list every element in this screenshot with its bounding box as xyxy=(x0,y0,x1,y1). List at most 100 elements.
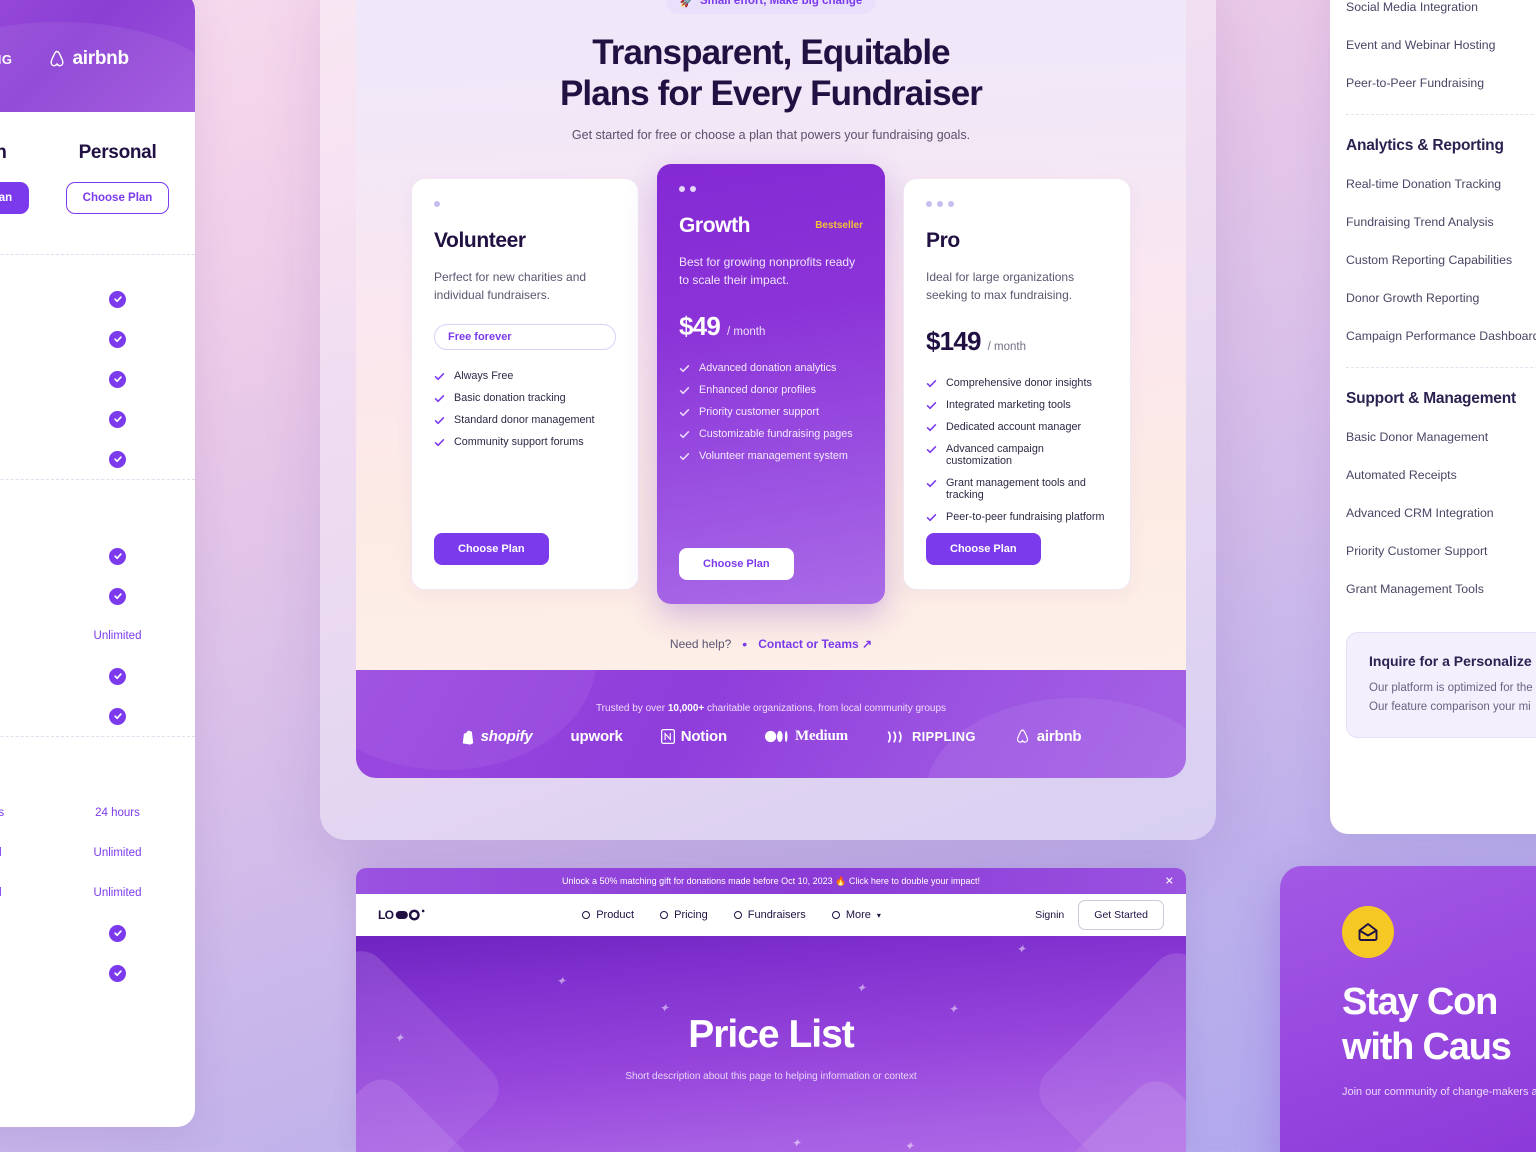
comparison-cell xyxy=(40,370,195,388)
choose-plan-button-personal[interactable]: Choose Plan xyxy=(65,182,170,214)
medium-icon xyxy=(764,730,788,743)
check-icon xyxy=(926,378,937,389)
feature-item[interactable]: Peer-to-Peer Fundraising xyxy=(1346,64,1536,102)
comparison-cell: 4 hours xyxy=(0,807,40,819)
plan-dot xyxy=(948,200,954,207)
plan-dot xyxy=(937,200,943,207)
feature-item[interactable]: Real-time Donation Tracking xyxy=(1346,165,1536,203)
check-icon xyxy=(434,371,445,382)
plan-price-row: $149 / month xyxy=(926,326,1108,357)
nav-item-product[interactable]: Product xyxy=(582,909,634,921)
plan-dot xyxy=(690,185,696,192)
free-forever-badge: Free forever xyxy=(434,324,616,351)
feature-item[interactable]: Event and Webinar Hosting xyxy=(1346,26,1536,64)
logo-icon: LO xyxy=(378,908,425,922)
table-row xyxy=(0,359,195,399)
feature-item[interactable]: Custom Reporting Capabilities xyxy=(1346,241,1536,279)
plan-dots xyxy=(679,185,863,192)
logo-medium-label: Medium xyxy=(794,728,848,744)
check-icon xyxy=(926,400,937,411)
feature-item[interactable]: Fundraising Trend Analysis xyxy=(1346,203,1536,241)
help-label: Need help? xyxy=(669,636,732,651)
plan-feature: Integrated marketing tools xyxy=(926,399,1108,411)
feature-item[interactable]: Social Media Integration xyxy=(1346,0,1536,26)
comparison-panel-left: NG airbnb owth Personal oose Plan Choose xyxy=(0,0,195,1127)
feature-item[interactable]: Campaign Performance Dashboards xyxy=(1346,317,1536,355)
plan-feature-label: Customizable fundraising pages xyxy=(699,428,853,441)
feature-item[interactable]: Grant Management Tools xyxy=(1346,570,1536,608)
plan-feature: Always Free xyxy=(434,370,616,382)
nav-item-pricing[interactable]: Pricing xyxy=(660,909,708,921)
nav-item-fundraisers-label: Fundraisers xyxy=(747,909,806,921)
nav-item-fundraisers[interactable]: Fundraisers xyxy=(733,909,806,921)
mail-icon xyxy=(1342,906,1394,958)
plan-dot xyxy=(434,200,440,207)
section-divider xyxy=(1346,367,1536,368)
left-panel-header-row: owth Personal xyxy=(0,142,195,164)
trusted-logos: shopify upwork Notion Medium RIPPLING ai… xyxy=(461,728,1082,745)
comparison-cell xyxy=(40,290,195,308)
plan-feature-label: Volunteer management system xyxy=(699,450,848,463)
nav-item-pricing-label: Pricing xyxy=(674,909,708,921)
feature-item[interactable]: Donor Growth Reporting xyxy=(1346,279,1536,317)
plan-feature-label: Peer-to-peer fundraising platform xyxy=(946,511,1105,524)
comparison-cell xyxy=(0,411,40,428)
plan-feature-label: Standard donor management xyxy=(454,414,595,427)
plan-feature-label: Advanced donation analytics xyxy=(699,362,837,375)
table-row xyxy=(0,399,195,439)
feature-item[interactable]: Automated Receipts xyxy=(1346,456,1536,494)
comparison-cell xyxy=(40,410,195,428)
close-icon[interactable]: ✕ xyxy=(1165,875,1174,888)
page-subtitle: Get started for free or choose a plan th… xyxy=(571,127,971,142)
comparison-value: Unlimited xyxy=(93,847,142,859)
rippling-icon xyxy=(887,730,902,743)
circle-icon xyxy=(660,911,669,919)
get-started-button[interactable]: Get Started xyxy=(1078,900,1164,930)
trusted-suffix: charitable organizations, from local com… xyxy=(704,703,947,714)
plan-feature-label: Always Free xyxy=(454,370,514,383)
comparison-cell xyxy=(0,548,40,565)
promo-banner-text: Unlock a 50% matching gift for donations… xyxy=(562,875,980,886)
plan-feature-label: Enhanced donor profiles xyxy=(699,384,817,397)
features-list: Social Media Integration Event and Webina… xyxy=(1346,0,1536,738)
table-row xyxy=(0,576,195,616)
feature-item[interactable]: Priority Customer Support xyxy=(1346,532,1536,570)
choose-plan-button-growth[interactable]: oose Plan xyxy=(0,182,30,214)
logo-medium: Medium xyxy=(764,728,848,745)
plan-title-row: Growth Bestseller xyxy=(679,214,863,238)
chevron-down-icon: ▾ xyxy=(876,910,881,920)
logo-upwork-label: upwork xyxy=(570,728,623,745)
choose-plan-button[interactable]: Choose Plan xyxy=(679,547,794,580)
choose-plan-button[interactable]: Choose Plan xyxy=(434,532,549,565)
check-icon xyxy=(679,385,690,396)
arrow-up-right-icon: ↗ xyxy=(862,636,873,651)
feature-item[interactable]: Basic Donor Management xyxy=(1346,418,1536,456)
column-personal: Personal xyxy=(40,142,195,164)
signin-link[interactable]: Signin xyxy=(1035,909,1064,921)
feature-section-title: Analytics & Reporting xyxy=(1346,137,1504,154)
sparkle-icon: ✦ xyxy=(904,1139,915,1152)
comparison-cell: Unlimited xyxy=(40,847,195,859)
comparison-cell xyxy=(0,708,40,725)
plan-features: Comprehensive donor insights Integrated m… xyxy=(926,377,1108,523)
check-icon-enabled xyxy=(109,547,126,565)
newsletter-title-line2: with Caus xyxy=(1342,1025,1512,1068)
plan-feature: Advanced campaign customization xyxy=(926,443,1108,467)
plan-price: $49 xyxy=(679,311,721,342)
comparison-value: limited xyxy=(0,887,2,899)
contact-link[interactable]: Contact or Teams ↗ xyxy=(758,637,872,651)
nav-item-more[interactable]: More ▾ xyxy=(831,909,881,921)
promo-banner[interactable]: Unlock a 50% matching gift for donations… xyxy=(356,868,1186,894)
newsletter-title-line1: Stay Con xyxy=(1342,981,1498,1023)
feature-item[interactable]: Advanced CRM Integration xyxy=(1346,494,1536,532)
left-panel-button-row: oose Plan Choose Plan xyxy=(0,182,195,214)
check-icon xyxy=(926,512,937,523)
check-icon-enabled xyxy=(109,370,126,388)
plan-feature: Priority customer support xyxy=(679,406,863,418)
choose-plan-button[interactable]: Choose Plan xyxy=(926,532,1041,565)
plan-dots xyxy=(434,200,616,207)
inquire-card[interactable]: Inquire for a Personalize Our platform i… xyxy=(1346,632,1536,738)
site-logo[interactable]: LO xyxy=(378,907,428,923)
airbnb-icon-footer xyxy=(1016,729,1028,743)
tagline-label: Small effort, Make big change xyxy=(700,0,863,7)
